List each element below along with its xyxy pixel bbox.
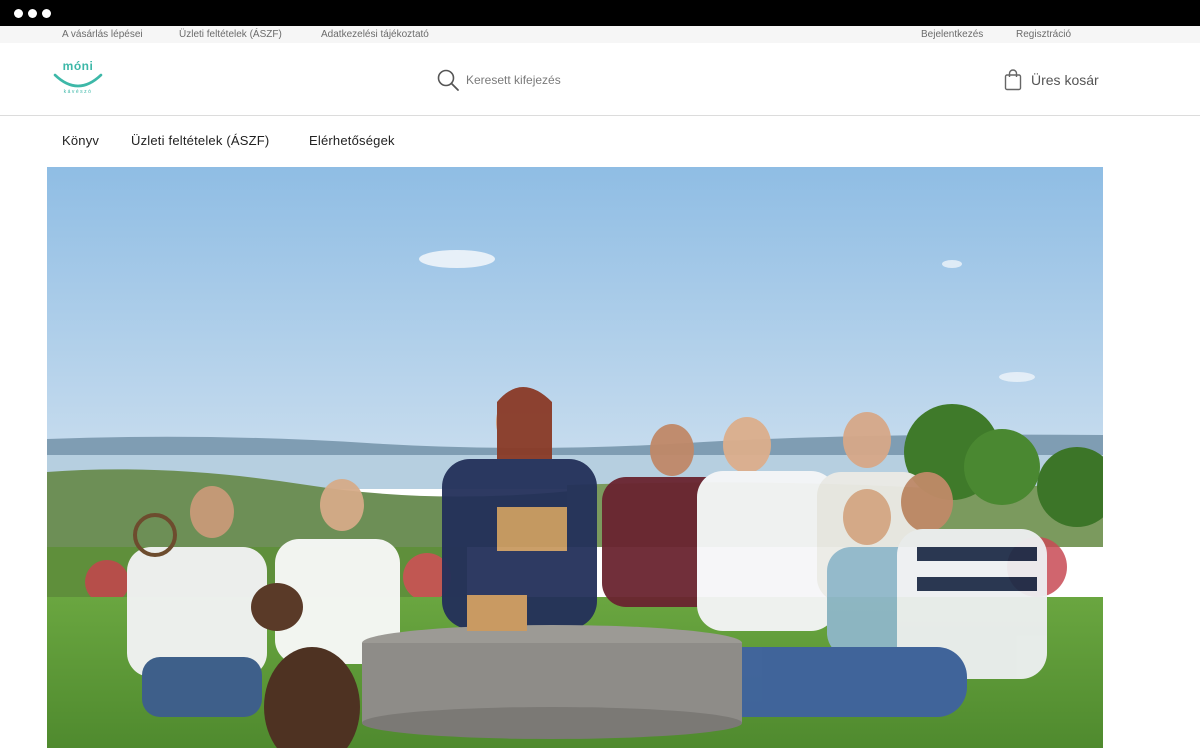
nav-item-contact[interactable]: Elérhetőségek xyxy=(309,133,395,148)
window-dot-icon[interactable] xyxy=(14,9,23,18)
hero-photo-group-picnic xyxy=(47,167,1103,748)
site-header: móni kávészó Üres kosár xyxy=(0,43,1200,116)
window-title-bar xyxy=(0,0,1200,26)
cart-button[interactable]: Üres kosár xyxy=(1004,67,1099,93)
nav-item-terms[interactable]: Üzleti feltételek (ÁSZF) xyxy=(131,133,269,148)
hero-banner-image[interactable] xyxy=(47,167,1103,748)
topbar-link-purchase-steps[interactable]: A vásárlás lépései xyxy=(62,26,143,43)
shopping-bag-icon xyxy=(1004,69,1022,91)
search-input[interactable] xyxy=(466,69,726,91)
search-box xyxy=(436,67,736,93)
logo-subtext: kávészó xyxy=(63,89,93,95)
window-dot-icon[interactable] xyxy=(28,9,37,18)
logo[interactable]: móni kávészó xyxy=(52,59,104,99)
main-navigation: Könyv Üzleti feltételek (ÁSZF) Elérhetős… xyxy=(0,117,1200,165)
cart-label: Üres kosár xyxy=(1031,72,1099,88)
topbar-link-privacy[interactable]: Adatkezelési tájékoztató xyxy=(321,26,429,43)
login-link[interactable]: Bejelentkezés xyxy=(921,26,983,43)
register-link[interactable]: Regisztráció xyxy=(1016,26,1071,43)
window-controls xyxy=(14,9,51,18)
window-dot-icon[interactable] xyxy=(42,9,51,18)
nav-item-book[interactable]: Könyv xyxy=(62,133,99,148)
utility-bar: A vásárlás lépései Üzleti feltételek (ÁS… xyxy=(0,26,1200,43)
topbar-link-terms[interactable]: Üzleti feltételek (ÁSZF) xyxy=(179,26,282,43)
search-icon[interactable] xyxy=(436,68,460,92)
